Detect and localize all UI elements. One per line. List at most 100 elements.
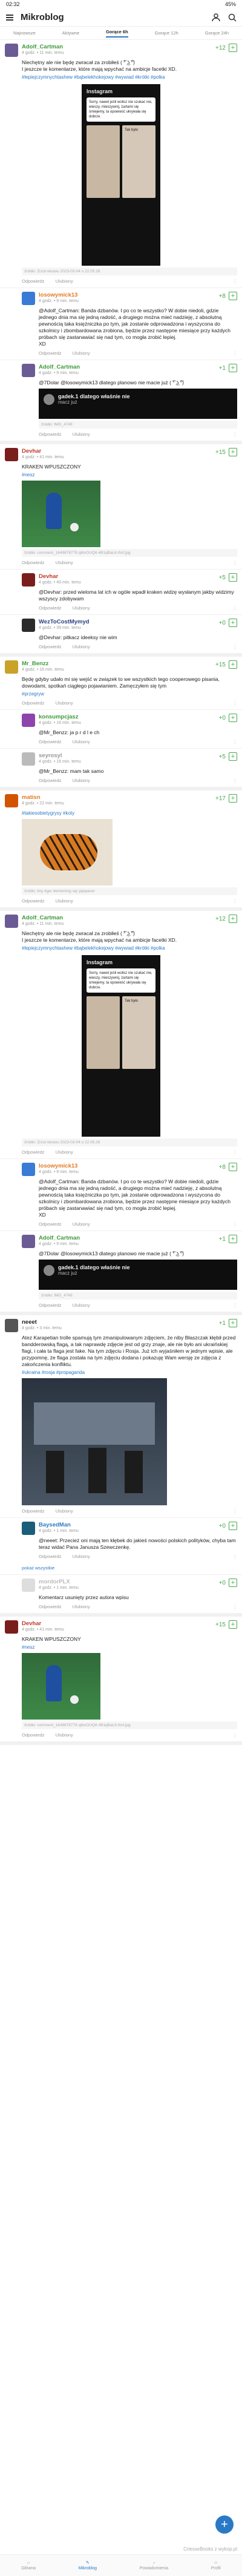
entry-image[interactable]: Instagram Sorry, nawet jeśli wolisz nie s… xyxy=(82,84,160,266)
reply-button[interactable]: Odpowiedz xyxy=(39,1303,62,1308)
author-name[interactable]: seyrosyl xyxy=(39,752,81,759)
upvote-button[interactable]: + xyxy=(229,752,237,761)
favorite-button[interactable]: Ulubiony xyxy=(56,898,73,904)
entry-image[interactable] xyxy=(22,819,113,886)
nav-notifications[interactable]: ♪ Powiadomienia xyxy=(140,2561,168,2571)
menu-icon[interactable] xyxy=(5,13,15,22)
upvote-button[interactable]: + xyxy=(229,794,237,803)
avatar[interactable] xyxy=(5,448,18,461)
reply-button[interactable]: Odpowiedz xyxy=(39,644,62,649)
embedded-image[interactable]: gadek.1 dlatego właśnie nie macz już xyxy=(39,389,237,419)
favorite-button[interactable]: Ulubiony xyxy=(73,432,90,437)
upvote-button[interactable]: + xyxy=(229,573,237,582)
upvote-button[interactable]: + xyxy=(229,915,237,923)
favorite-button[interactable]: Ulubiony xyxy=(73,350,90,356)
favorite-button[interactable]: Ulubiony xyxy=(73,1303,90,1308)
entry-tags[interactable]: #ukraina #rosja #propaganda xyxy=(0,1368,242,1376)
upvote-button[interactable]: + xyxy=(229,1620,237,1629)
avatar[interactable] xyxy=(22,619,35,632)
avatar[interactable] xyxy=(5,794,18,807)
entry-image[interactable] xyxy=(22,1653,100,1720)
more-options-icon[interactable]: ⋮ xyxy=(233,644,238,649)
more-options-icon[interactable]: ⋮ xyxy=(233,278,238,284)
reply-button[interactable]: Odpowiedz xyxy=(39,1221,62,1227)
reply-button[interactable]: Odpowiedz xyxy=(22,560,45,565)
upvote-button[interactable]: + xyxy=(229,448,237,456)
reply-button[interactable]: Odpowiedz xyxy=(22,1149,45,1155)
avatar[interactable] xyxy=(22,292,35,305)
author-name[interactable]: Devhar xyxy=(22,448,64,455)
show-all-link[interactable]: pokaż wszystkie xyxy=(0,1563,242,1574)
avatar[interactable] xyxy=(22,752,35,766)
more-options-icon[interactable]: ⋮ xyxy=(233,432,238,437)
author-name[interactable]: Adolf_Cartman xyxy=(39,364,80,370)
entry-tags[interactable]: #lepiejczymnychtashew #bąbelekhokejowy #… xyxy=(0,73,242,80)
entry-tags[interactable]: #takiesobietygrysy #koty xyxy=(0,809,242,816)
entry-image[interactable] xyxy=(22,481,100,547)
more-options-icon[interactable]: ⋮ xyxy=(233,778,238,783)
more-options-icon[interactable]: ⋮ xyxy=(233,1149,238,1155)
upvote-button[interactable]: + xyxy=(229,1235,237,1243)
avatar[interactable] xyxy=(5,660,18,674)
favorite-button[interactable]: Ulubiony xyxy=(56,1508,73,1514)
add-user-icon[interactable] xyxy=(212,13,221,22)
favorite-button[interactable]: Ulubiony xyxy=(56,560,73,565)
avatar[interactable] xyxy=(22,1579,35,1592)
author-name[interactable]: WezToCostMymyd xyxy=(39,619,90,625)
more-options-icon[interactable]: ⋮ xyxy=(233,605,238,611)
tab-hot-24h[interactable]: Gorące 24h xyxy=(205,30,229,36)
favorite-button[interactable]: Ulubiony xyxy=(73,1221,90,1227)
nav-microblog[interactable]: ✎ Mikroblog xyxy=(79,2560,97,2571)
reply-button[interactable]: Odpowiedz xyxy=(22,1732,45,1738)
avatar[interactable] xyxy=(22,573,35,586)
favorite-button[interactable]: Ulubiony xyxy=(56,700,73,706)
avatar[interactable] xyxy=(5,1319,18,1332)
add-entry-button[interactable]: + xyxy=(215,2515,234,2534)
avatar[interactable] xyxy=(22,1163,35,1176)
entry-tags[interactable]: #lepiejczymnychtashew #bąbelekhokejowy #… xyxy=(0,944,242,951)
reply-button[interactable]: Odpowiedz xyxy=(39,350,62,356)
reply-button[interactable]: Odpowiedz xyxy=(39,1604,62,1609)
avatar[interactable] xyxy=(5,1620,18,1634)
nav-home[interactable]: ⌂ Główna xyxy=(21,2561,36,2571)
upvote-button[interactable]: + xyxy=(229,619,237,627)
entry-tags[interactable]: #nesz xyxy=(0,1643,242,1651)
more-options-icon[interactable]: ⋮ xyxy=(233,1554,238,1559)
reply-button[interactable]: Odpowiedz xyxy=(22,700,45,706)
author-name[interactable]: Devhar xyxy=(39,573,81,580)
entry-image[interactable]: Instagram Sorry, nawet jeśli wolisz nie s… xyxy=(82,955,160,1137)
favorite-button[interactable]: Ulubiony xyxy=(73,1604,90,1609)
upvote-button[interactable]: + xyxy=(229,1579,237,1587)
reply-button[interactable]: Odpowiedz xyxy=(22,1508,45,1514)
more-options-icon[interactable]: ⋮ xyxy=(233,560,238,565)
favorite-button[interactable]: Ulubiony xyxy=(56,1149,73,1155)
reply-button[interactable]: Odpowiedz xyxy=(39,432,62,437)
author-name[interactable]: Devhar xyxy=(22,1620,64,1627)
favorite-button[interactable]: Ulubiony xyxy=(73,778,90,783)
favorite-button[interactable]: Ulubiony xyxy=(73,739,90,744)
author-name[interactable]: konsumpcjasz xyxy=(39,714,81,720)
upvote-button[interactable]: + xyxy=(229,1163,237,1171)
more-options-icon[interactable]: ⋮ xyxy=(233,700,238,706)
reply-button[interactable]: Odpowiedz xyxy=(39,778,62,783)
avatar[interactable] xyxy=(22,714,35,727)
more-options-icon[interactable]: ⋮ xyxy=(233,1604,238,1609)
more-options-icon[interactable]: ⋮ xyxy=(233,1303,238,1308)
author-name[interactable]: neeet xyxy=(22,1319,62,1326)
upvote-button[interactable]: + xyxy=(229,714,237,722)
favorite-button[interactable]: Ulubiony xyxy=(73,1554,90,1559)
favorite-button[interactable]: Ulubiony xyxy=(56,1732,73,1738)
more-options-icon[interactable]: ⋮ xyxy=(233,739,238,744)
favorite-button[interactable]: Ulubiony xyxy=(56,278,73,284)
more-options-icon[interactable]: ⋮ xyxy=(233,1732,238,1738)
upvote-button[interactable]: + xyxy=(229,44,237,52)
author-name[interactable]: Adolf_Cartman xyxy=(39,1235,80,1241)
more-options-icon[interactable]: ⋮ xyxy=(233,350,238,356)
upvote-button[interactable]: + xyxy=(229,1522,237,1530)
avatar[interactable] xyxy=(22,364,35,377)
tab-newest[interactable]: Najnowsze xyxy=(13,30,36,36)
tab-hot-12h[interactable]: Gorące 12h xyxy=(155,30,178,36)
avatar[interactable] xyxy=(22,1522,35,1535)
tab-active[interactable]: Aktywne xyxy=(62,30,79,36)
author-name[interactable]: losowymick13 xyxy=(39,292,79,298)
